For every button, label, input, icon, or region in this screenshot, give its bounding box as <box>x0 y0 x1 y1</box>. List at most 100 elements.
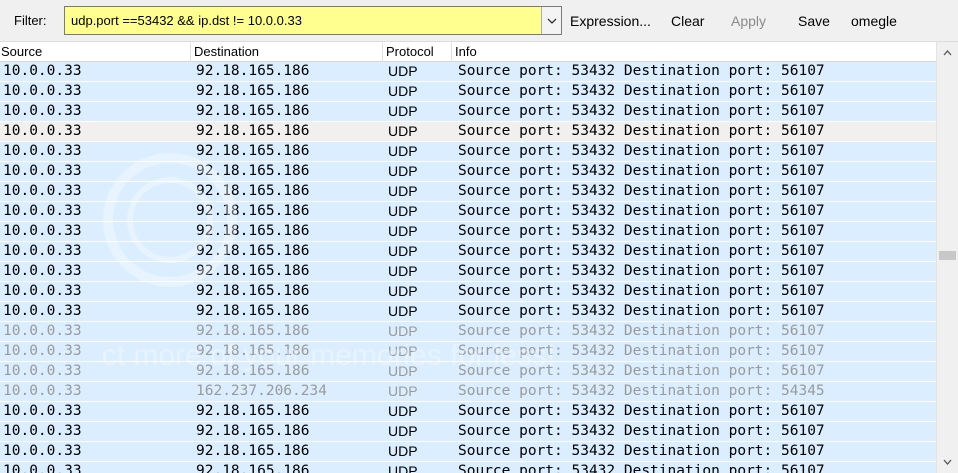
packet-protocol: UDP <box>388 143 418 159</box>
packet-info: Source port: 53432 Destination port: 561… <box>458 103 825 119</box>
packet-info: Source port: 53432 Destination port: 561… <box>458 243 825 259</box>
column-header-source[interactable]: Source <box>1 44 42 59</box>
packet-destination: 92.18.165.186 <box>196 103 310 119</box>
packet-protocol: UDP <box>388 203 418 219</box>
packet-source: 10.0.0.33 <box>3 463 82 473</box>
packet-protocol: UDP <box>388 243 418 259</box>
column-header-info[interactable]: Info <box>455 44 477 59</box>
scroll-thumb[interactable] <box>939 251 956 260</box>
packet-source: 10.0.0.33 <box>3 183 82 199</box>
packet-protocol: UDP <box>388 63 418 79</box>
packet-info: Source port: 53432 Destination port: 561… <box>458 283 825 299</box>
packet-row[interactable]: 10.0.0.33 92.18.165.186 UDP Source port: 53… <box>0 282 936 302</box>
packet-source: 10.0.0.33 <box>3 103 82 119</box>
column-header-protocol[interactable]: Protocol <box>386 44 434 59</box>
packet-list[interactable]: 10.0.0.33 92.18.165.186 UDP Source port: 53… <box>0 62 936 473</box>
packet-source: 10.0.0.33 <box>3 363 82 379</box>
packet-source: 10.0.0.33 <box>3 283 82 299</box>
column-separator[interactable] <box>190 42 191 62</box>
packet-protocol: UDP <box>388 383 418 399</box>
packet-destination: 92.18.165.186 <box>196 363 310 379</box>
filter-input[interactable] <box>65 7 541 34</box>
packet-row[interactable]: 10.0.0.33 92.18.165.186 UDP Source port: 53… <box>0 442 936 462</box>
packet-source: 10.0.0.33 <box>3 203 82 219</box>
packet-info: Source port: 53432 Destination port: 561… <box>458 403 825 419</box>
packet-row[interactable]: 10.0.0.33 92.18.165.186 UDP Source port: 53… <box>0 222 936 242</box>
packet-info: Source port: 53432 Destination port: 561… <box>458 443 825 459</box>
packet-row[interactable]: 10.0.0.33 92.18.165.186 UDP Source port: 53… <box>0 202 936 222</box>
packet-row[interactable]: 10.0.0.33 92.18.165.186 UDP Source port: 53… <box>0 142 936 162</box>
chevron-up-icon <box>943 50 952 56</box>
packet-source: 10.0.0.33 <box>3 83 82 99</box>
packet-protocol: UDP <box>388 183 418 199</box>
packet-row[interactable]: 10.0.0.33 92.18.165.186 UDP Source port: 53… <box>0 262 936 282</box>
packet-source: 10.0.0.33 <box>3 263 82 279</box>
packet-info: Source port: 53432 Destination port: 561… <box>458 423 825 439</box>
packet-info: Source port: 53432 Destination port: 561… <box>458 323 825 339</box>
chevron-down-icon <box>547 18 556 24</box>
packet-info: Source port: 53432 Destination port: 561… <box>458 143 825 159</box>
packet-info: Source port: 53432 Destination port: 561… <box>458 223 825 239</box>
packet-protocol: UDP <box>388 283 418 299</box>
packet-source: 10.0.0.33 <box>3 63 82 79</box>
packet-row[interactable]: 10.0.0.33 92.18.165.186 UDP Source port: 53… <box>0 122 936 142</box>
packet-row[interactable]: 10.0.0.33 92.18.165.186 UDP Source port: 53… <box>0 102 936 122</box>
packet-row[interactable]: 10.0.0.33 92.18.165.186 UDP Source port: 53… <box>0 162 936 182</box>
omegle-filter-button[interactable]: omegle <box>851 13 897 29</box>
packet-row[interactable]: 10.0.0.33 92.18.165.186 UDP Source port: 53… <box>0 242 936 262</box>
packet-info: Source port: 53432 Destination port: 561… <box>458 183 825 199</box>
packet-row[interactable]: 10.0.0.33 92.18.165.186 UDP Source port: 53… <box>0 322 936 342</box>
packet-protocol: UDP <box>388 303 418 319</box>
apply-button[interactable]: Apply <box>731 13 766 29</box>
column-separator[interactable] <box>382 42 383 62</box>
packet-info: Source port: 53432 Destination port: 561… <box>458 83 825 99</box>
clear-button[interactable]: Clear <box>671 13 704 29</box>
packet-protocol: UDP <box>388 323 418 339</box>
packet-source: 10.0.0.33 <box>3 143 82 159</box>
packet-destination: 92.18.165.186 <box>196 463 310 473</box>
packet-protocol: UDP <box>388 103 418 119</box>
packet-protocol: UDP <box>388 443 418 459</box>
packet-source: 10.0.0.33 <box>3 223 82 239</box>
packet-destination: 92.18.165.186 <box>196 343 310 359</box>
packet-list-header: Source Destination Protocol Info <box>0 42 936 62</box>
packet-row[interactable]: 10.0.0.33 162.237.206.234 UDP Source port: … <box>0 382 936 402</box>
column-header-destination[interactable]: Destination <box>194 44 259 59</box>
packet-info: Source port: 53432 Destination port: 543… <box>458 383 825 399</box>
filter-label: Filter: <box>14 13 47 28</box>
packet-source: 10.0.0.33 <box>3 123 82 139</box>
packet-row[interactable]: 10.0.0.33 92.18.165.186 UDP Source port: 53… <box>0 462 936 473</box>
packet-row[interactable]: 10.0.0.33 92.18.165.186 UDP Source port: 53… <box>0 422 936 442</box>
packet-destination: 162.237.206.234 <box>196 383 327 399</box>
packet-source: 10.0.0.33 <box>3 423 82 439</box>
packet-destination: 92.18.165.186 <box>196 223 310 239</box>
packet-row[interactable]: 10.0.0.33 92.18.165.186 UDP Source port: 53… <box>0 302 936 322</box>
packet-destination: 92.18.165.186 <box>196 123 310 139</box>
scroll-down-button[interactable] <box>937 453 958 471</box>
packet-row[interactable]: 10.0.0.33 92.18.165.186 UDP Source port: 53… <box>0 182 936 202</box>
packet-destination: 92.18.165.186 <box>196 323 310 339</box>
packet-destination: 92.18.165.186 <box>196 443 310 459</box>
packet-row[interactable]: 10.0.0.33 92.18.165.186 UDP Source port: 53… <box>0 402 936 422</box>
filter-combobox[interactable] <box>64 6 562 35</box>
packet-row[interactable]: 10.0.0.33 92.18.165.186 UDP Source port: 53… <box>0 82 936 102</box>
save-button[interactable]: Save <box>798 13 830 29</box>
filter-dropdown-button[interactable] <box>541 7 561 34</box>
packet-destination: 92.18.165.186 <box>196 403 310 419</box>
scroll-up-button[interactable] <box>937 44 958 62</box>
expression-button[interactable]: Expression... <box>570 13 651 29</box>
packet-destination: 92.18.165.186 <box>196 423 310 439</box>
packet-info: Source port: 53432 Destination port: 561… <box>458 203 825 219</box>
column-separator[interactable] <box>451 42 452 62</box>
vertical-scrollbar[interactable] <box>936 42 958 473</box>
packet-row[interactable]: 10.0.0.33 92.18.165.186 UDP Source port: 53… <box>0 362 936 382</box>
chevron-down-icon <box>943 459 952 465</box>
packet-destination: 92.18.165.186 <box>196 143 310 159</box>
packet-destination: 92.18.165.186 <box>196 183 310 199</box>
packet-protocol: UDP <box>388 343 418 359</box>
packet-row[interactable]: 10.0.0.33 92.18.165.186 UDP Source port: 53… <box>0 342 936 362</box>
packet-info: Source port: 53432 Destination port: 561… <box>458 63 825 79</box>
packet-info: Source port: 53432 Destination port: 561… <box>458 303 825 319</box>
packet-row[interactable]: 10.0.0.33 92.18.165.186 UDP Source port: 53… <box>0 62 936 82</box>
packet-protocol: UDP <box>388 223 418 239</box>
